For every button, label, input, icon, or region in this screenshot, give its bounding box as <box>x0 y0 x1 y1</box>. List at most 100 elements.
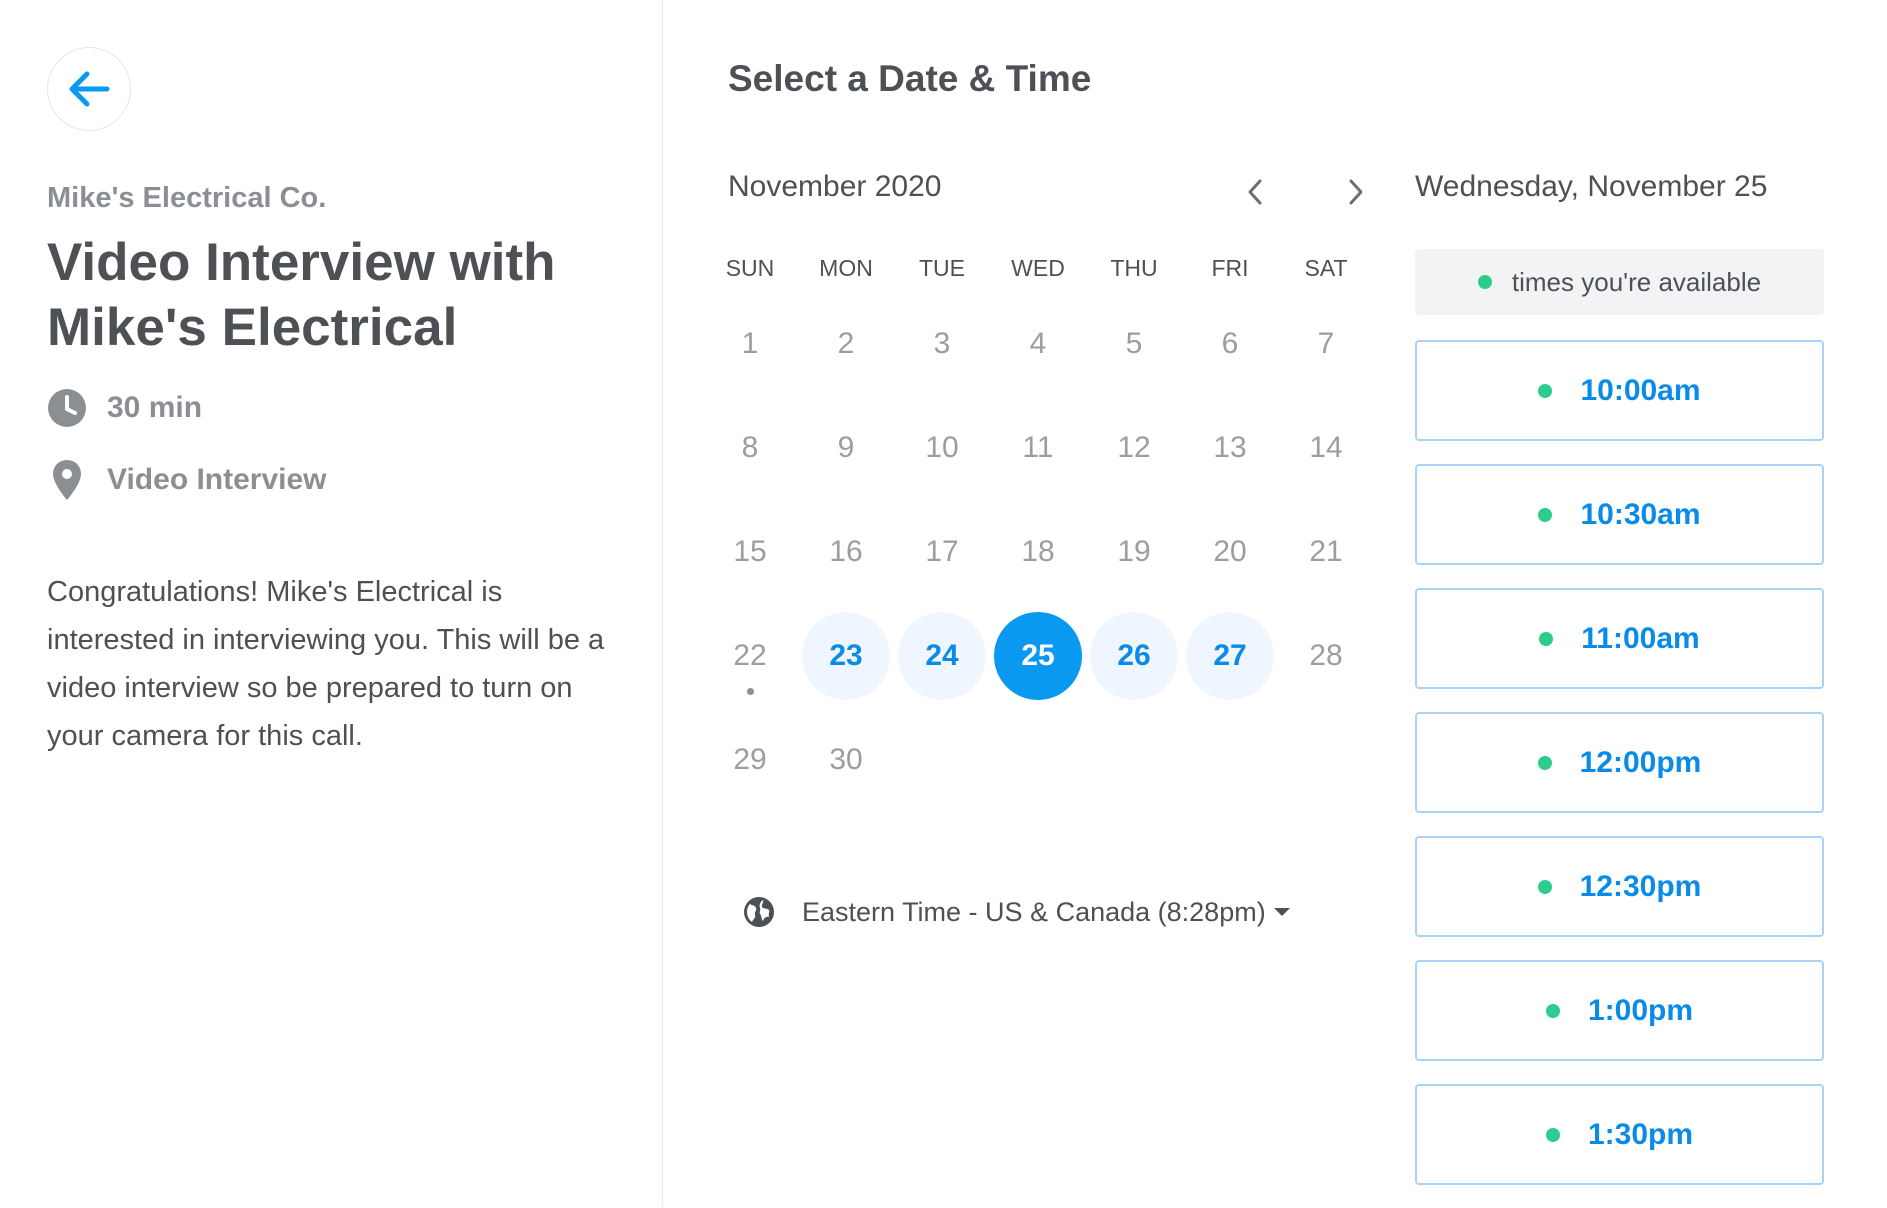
time-slot-button[interactable]: 10:30am <box>1415 464 1824 565</box>
weekday-label: MON <box>819 255 873 281</box>
calendar-day-number <box>994 716 1082 804</box>
calendar-day-number: 30 <box>829 743 863 776</box>
calendar-day: 12 <box>1086 396 1182 500</box>
availability-legend: times you're available <box>1415 249 1824 315</box>
time-slot-list: 10:00am 10:30am 11:00am 12:00pm 12:30pm … <box>1415 340 1824 1208</box>
timezone-selector[interactable]: Eastern Time - US & Canada (8:28pm) <box>742 895 1290 929</box>
location-row: Video Interview <box>47 460 327 500</box>
selected-date-label: Wednesday, November 25 <box>1415 170 1768 203</box>
clock-icon <box>47 388 87 428</box>
calendar-day: 30 <box>798 708 894 812</box>
calendar-day-number: 28 <box>1309 639 1343 672</box>
calendar-day-number: 8 <box>741 431 759 464</box>
calendar-day: 20 <box>1182 500 1278 604</box>
calendar-day[interactable]: 23 <box>798 604 894 708</box>
calendar-day: 1 <box>702 292 798 396</box>
event-details-panel: Mike's Electrical Co. Video Interview wi… <box>0 0 663 1206</box>
calendar-day-number: 11 <box>1022 431 1054 464</box>
weekday-label: THU <box>1110 255 1158 281</box>
globe-icon <box>744 897 774 927</box>
calendar-day-number <box>1090 716 1178 804</box>
calendar-day-number: 26 <box>1090 612 1178 700</box>
time-slot-button[interactable]: 1:00pm <box>1415 960 1824 1061</box>
calendar-day: 17 <box>894 500 990 604</box>
calendar-week-row: 1 2 3 4 5 6 7 <box>702 292 1374 396</box>
caret-down-icon <box>1273 908 1290 916</box>
calendar-day: 21 <box>1278 500 1374 604</box>
calendar-day-number: 24 <box>898 612 986 700</box>
calendar-day: 10 <box>894 396 990 500</box>
calendar-day-number: 17 <box>925 535 959 568</box>
calendar-day: 16 <box>798 500 894 604</box>
calendar-day: 5 <box>1086 292 1182 396</box>
event-title: Video Interview with Mike's Electrical <box>47 233 556 357</box>
calendar-week-row: 22 23 24 25 26 27 28 <box>702 604 1374 708</box>
page-title: Select a Date & Time <box>728 58 1092 99</box>
weekday-label: SUN <box>725 255 775 281</box>
duration-row: 30 min <box>47 388 202 428</box>
calendar-day-number <box>898 716 986 804</box>
calendar-day-empty <box>1086 708 1182 812</box>
event-description: Congratulations! Mike's Electrical is in… <box>47 576 605 752</box>
calendar-day: 9 <box>798 396 894 500</box>
calendar-day: 8 <box>702 396 798 500</box>
calendar-day-number: 10 <box>925 431 959 464</box>
previous-month-button[interactable] <box>1235 172 1275 212</box>
calendar-weeks: 1 2 3 4 5 6 7 8 9 10 11 12 13 14 15 16 17 18 19 20 21 22 23 24 2… <box>702 292 1374 812</box>
available-dot-icon <box>1538 507 1553 522</box>
time-slot-label: 12:00pm <box>1579 745 1702 779</box>
calendar-day-number: 5 <box>1125 327 1143 360</box>
calendar-day-selected[interactable]: 25 <box>990 604 1086 708</box>
available-dot-icon <box>1545 1003 1560 1018</box>
calendar-day-number: 9 <box>837 431 855 464</box>
calendar-day[interactable]: 24 <box>894 604 990 708</box>
next-month-button[interactable] <box>1336 172 1376 212</box>
today-indicator-dot <box>747 688 754 695</box>
calendar-day-number: 4 <box>1029 327 1047 360</box>
available-dot-icon <box>1537 879 1552 894</box>
calendar-day[interactable]: 27 <box>1182 604 1278 708</box>
calendar-day-number: 27 <box>1186 612 1274 700</box>
calendar-day: 6 <box>1182 292 1278 396</box>
time-slot-button[interactable]: 1:30pm <box>1415 1084 1824 1185</box>
calendar-day[interactable]: 26 <box>1086 604 1182 708</box>
available-dot-icon <box>1477 275 1492 289</box>
chevron-right-icon <box>1349 179 1363 205</box>
calendar-day-number: 22 <box>733 639 767 672</box>
calendar-day-number: 13 <box>1213 431 1247 464</box>
calendar-day-number: 25 <box>994 612 1082 700</box>
calendar-day-number: 3 <box>933 327 951 360</box>
time-slot-label: 1:30pm <box>1587 1117 1694 1151</box>
calendar-day-empty <box>894 708 990 812</box>
calendar-day-number: 18 <box>1021 535 1055 568</box>
calendar-day: 11 <box>990 396 1086 500</box>
time-slot-label: 11:00am <box>1581 621 1700 655</box>
back-button[interactable] <box>47 47 131 131</box>
time-slot-label: 1:00pm <box>1587 993 1694 1027</box>
calendar-day: 22 <box>702 604 798 708</box>
available-dot-icon <box>1545 1127 1560 1142</box>
time-slot-button[interactable]: 10:00am <box>1415 340 1824 441</box>
time-slot-button[interactable]: 12:00pm <box>1415 712 1824 813</box>
time-slot-button[interactable]: 12:30pm <box>1415 836 1824 937</box>
available-dot-icon <box>1539 631 1554 646</box>
legend-text: times you're available <box>1511 266 1762 297</box>
calendar-day: 15 <box>702 500 798 604</box>
weekday-label: SAT <box>1304 255 1348 281</box>
calendar-day: 3 <box>894 292 990 396</box>
location-text: Video Interview <box>107 463 327 496</box>
calendar-day-number: 20 <box>1213 535 1247 568</box>
calendar-day-number: 6 <box>1221 327 1239 360</box>
calendar-day-number: 7 <box>1317 327 1335 360</box>
calendar-day-number: 19 <box>1117 535 1151 568</box>
calendar-week-row: 15 16 17 18 19 20 21 <box>702 500 1374 604</box>
calendar-day-number: 14 <box>1309 431 1343 464</box>
time-slot-label: 10:30am <box>1580 497 1701 531</box>
weekday-label: TUE <box>919 255 965 281</box>
calendar-day-empty <box>1278 708 1374 812</box>
time-slot-button[interactable]: 11:00am <box>1415 588 1824 689</box>
calendar-day: 19 <box>1086 500 1182 604</box>
calendar-day: 29 <box>702 708 798 812</box>
calendar-day: 2 <box>798 292 894 396</box>
map-pin-icon <box>47 460 87 500</box>
